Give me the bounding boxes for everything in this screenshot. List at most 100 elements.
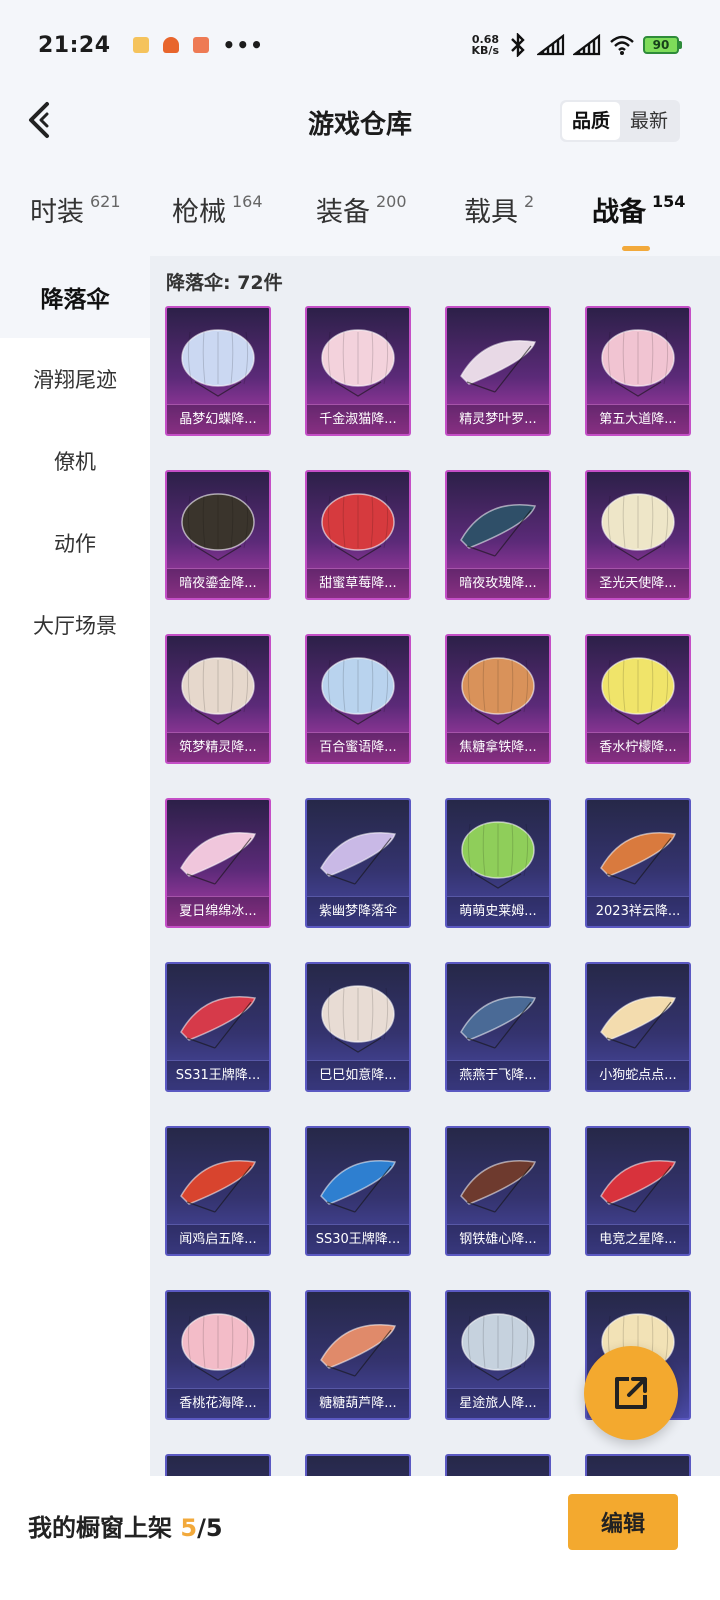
showcase-current-count: 5 bbox=[180, 1514, 198, 1542]
item-card[interactable]: 暗夜玫瑰降... bbox=[445, 470, 551, 600]
dark-gold-parachute-icon bbox=[181, 493, 255, 561]
item-card[interactable]: 千金淑猫降... bbox=[305, 306, 411, 436]
item-card[interactable]: 闻鸡启五降... bbox=[165, 1126, 271, 1256]
item-name: 百合蜜语降... bbox=[307, 732, 409, 762]
item-card[interactable]: 燕燕于飞降... bbox=[445, 962, 551, 1092]
item-card[interactable]: 香水柠檬降... bbox=[585, 634, 691, 764]
item-card[interactable]: 焦糖拿铁降... bbox=[445, 634, 551, 764]
edit-button[interactable]: 编辑 bbox=[568, 1494, 678, 1550]
item-name: 小狗蛇点点... bbox=[587, 1060, 689, 1090]
share-button[interactable] bbox=[584, 1346, 678, 1440]
wifi-icon bbox=[610, 35, 634, 55]
swallow-glider-icon bbox=[460, 996, 536, 1049]
item-card[interactable]: 香桃花海降... bbox=[165, 1290, 271, 1420]
battery-icon: 90 bbox=[643, 36, 682, 54]
item-name: SS31王牌降... bbox=[167, 1060, 269, 1090]
rose-glider-icon bbox=[460, 504, 536, 557]
item-name: 夏日绵绵冰... bbox=[167, 896, 269, 926]
item-card[interactable]: 晶梦幻蝶降... bbox=[165, 306, 271, 436]
ace-glider-icon bbox=[180, 996, 256, 1049]
sidebar-item-glide-trail[interactable]: 滑翔尾迹 bbox=[0, 338, 150, 420]
app-notification-icon bbox=[162, 37, 179, 53]
message-notification-icon bbox=[132, 37, 149, 53]
item-card[interactable]: 巳巳如意降... bbox=[305, 962, 411, 1092]
item-name: 筑梦精灵降... bbox=[167, 732, 269, 762]
item-card[interactable]: 第五大道降... bbox=[585, 306, 691, 436]
sidebar-item-emote[interactable]: 动作 bbox=[0, 502, 150, 584]
item-card[interactable]: 萌萌史莱姆... bbox=[445, 798, 551, 928]
item-card[interactable] bbox=[445, 1454, 551, 1476]
header: 游戏仓库 品质 最新 bbox=[0, 90, 720, 152]
category-tabs: 时装 621 枪械 164 装备 200 载具 2 战备 154 bbox=[0, 180, 720, 252]
puppy-glider-icon bbox=[600, 996, 676, 1049]
item-card[interactable] bbox=[165, 1454, 271, 1476]
bluetooth-icon bbox=[511, 33, 525, 57]
sort-newest-option[interactable]: 最新 bbox=[620, 102, 678, 140]
tab-combat-gear[interactable]: 战备 154 bbox=[592, 190, 685, 251]
candy-glider-icon bbox=[320, 1324, 396, 1377]
item-card[interactable]: 暗夜鎏金降... bbox=[165, 470, 271, 600]
item-name: 暗夜玫瑰降... bbox=[447, 568, 549, 598]
leaf-glider-icon bbox=[460, 340, 536, 393]
item-card[interactable]: 夏日绵绵冰... bbox=[165, 798, 271, 928]
tab-fashion[interactable]: 时装 621 bbox=[30, 190, 121, 229]
signal-icon bbox=[537, 34, 565, 56]
item-card[interactable]: 2023祥云降... bbox=[585, 798, 691, 928]
item-name: 萌萌史莱姆... bbox=[447, 896, 549, 926]
status-bar: 21:24 ••• 0.68 KB/s 90 bbox=[0, 0, 720, 90]
item-card[interactable]: 电竞之星降... bbox=[585, 1126, 691, 1256]
item-name: SS30王牌降... bbox=[307, 1224, 409, 1254]
item-name: 钢铁雄心降... bbox=[447, 1224, 549, 1254]
sort-quality-option[interactable]: 品质 bbox=[561, 102, 620, 140]
network-speed: 0.68 KB/s bbox=[471, 33, 499, 57]
sidebar-item-lobby-scene[interactable]: 大厅场景 bbox=[0, 584, 150, 666]
item-card[interactable]: 圣光天使降... bbox=[585, 470, 691, 600]
mail-notification-icon bbox=[192, 37, 209, 53]
item-card[interactable]: 小狗蛇点点... bbox=[585, 962, 691, 1092]
dream-parachute-icon bbox=[181, 657, 255, 725]
icecream-glider-icon bbox=[180, 832, 256, 885]
traveler-parachute-icon bbox=[461, 1313, 535, 1381]
steel-glider-icon bbox=[460, 1160, 536, 1213]
item-card[interactable]: 百合蜜语降... bbox=[305, 634, 411, 764]
showcase-bar: 我的橱窗上架 5/5 编辑 bbox=[0, 1476, 720, 1600]
item-card[interactable]: 筑梦精灵降... bbox=[165, 634, 271, 764]
item-name: 闻鸡启五降... bbox=[167, 1224, 269, 1254]
item-name: 香桃花海降... bbox=[167, 1388, 269, 1418]
cat-parachute-icon bbox=[321, 329, 395, 397]
rooster-glider-icon bbox=[180, 1160, 256, 1213]
item-card[interactable] bbox=[305, 1454, 411, 1476]
item-name: 千金淑猫降... bbox=[307, 404, 409, 434]
item-card[interactable]: SS31王牌降... bbox=[165, 962, 271, 1092]
item-card[interactable]: 钢铁雄心降... bbox=[445, 1126, 551, 1256]
tab-vehicles[interactable]: 载具 2 bbox=[464, 190, 534, 229]
tab-equipment[interactable]: 装备 200 bbox=[316, 190, 407, 229]
ss30-glider-icon bbox=[320, 1160, 396, 1213]
item-name: 香水柠檬降... bbox=[587, 732, 689, 762]
esports-glider-icon bbox=[600, 1160, 676, 1213]
item-card[interactable]: 星途旅人降... bbox=[445, 1290, 551, 1420]
item-name: 电竞之星降... bbox=[587, 1224, 689, 1254]
item-grid: 晶梦幻蝶降... 千金淑猫降... 精灵梦叶罗... 第五大道降... 暗夜鎏金降...… bbox=[165, 306, 705, 1476]
sidebar-item-wingman[interactable]: 僚机 bbox=[0, 420, 150, 502]
item-card[interactable] bbox=[585, 1454, 691, 1476]
item-card[interactable]: SS30王牌降... bbox=[305, 1126, 411, 1256]
item-card[interactable]: 甜蜜草莓降... bbox=[305, 470, 411, 600]
item-name: 糖糖葫芦降... bbox=[307, 1388, 409, 1418]
item-name: 2023祥云降... bbox=[587, 896, 689, 926]
angel-parachute-icon bbox=[601, 493, 675, 561]
item-name: 甜蜜草莓降... bbox=[307, 568, 409, 598]
status-indicators: 0.68 KB/s 90 bbox=[472, 33, 682, 57]
item-card[interactable]: 紫幽梦降落伞 bbox=[305, 798, 411, 928]
butterfly-parachute-icon bbox=[181, 329, 255, 397]
tab-weapons[interactable]: 枪械 164 bbox=[172, 190, 263, 229]
more-notifications-icon: ••• bbox=[222, 33, 264, 57]
snake-parachute-icon bbox=[321, 985, 395, 1053]
item-card[interactable]: 糖糖葫芦降... bbox=[305, 1290, 411, 1420]
item-name: 第五大道降... bbox=[587, 404, 689, 434]
slime-parachute-icon bbox=[461, 821, 535, 889]
showcase-status: 我的橱窗上架 5/5 bbox=[28, 1514, 223, 1542]
item-card[interactable]: 精灵梦叶罗... bbox=[445, 306, 551, 436]
sidebar-item-parachute[interactable]: 降落伞 bbox=[0, 256, 150, 338]
lily-parachute-icon bbox=[321, 657, 395, 725]
